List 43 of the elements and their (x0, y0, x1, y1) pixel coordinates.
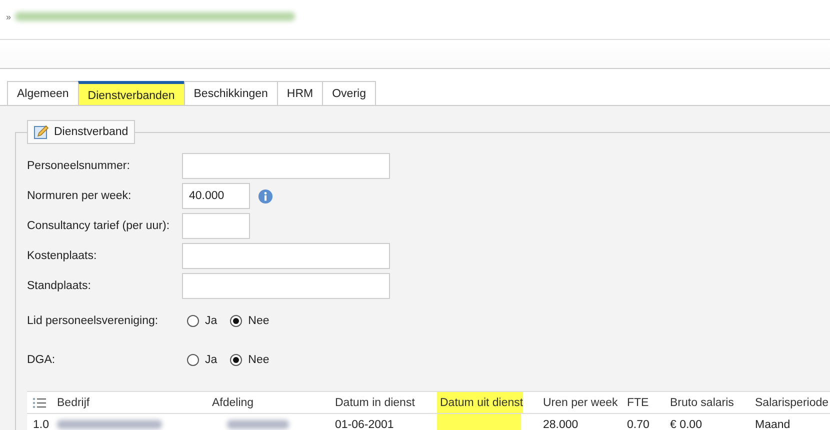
radio-label: Nee (248, 314, 270, 326)
field-label: Lid personeelsvereniging: (27, 314, 160, 326)
column-header: Datum in dienst (334, 396, 416, 410)
info-icon[interactable] (258, 188, 273, 204)
field-label: Normuren per week: (27, 190, 132, 202)
radio-label: Nee (248, 354, 270, 366)
radio-label: Ja (205, 354, 218, 366)
column-header: Afdeling (211, 396, 255, 410)
radio-button[interactable] (187, 354, 199, 366)
field-label: DGA: (27, 354, 56, 366)
field-label: Consultancy tarief (per uur): (27, 220, 171, 232)
column-header: Salarisperiode (754, 396, 830, 410)
tab[interactable]: Dienstverbanden (78, 81, 185, 105)
input-field[interactable] (182, 243, 390, 269)
tab[interactable]: Algemeen (7, 81, 79, 105)
tab[interactable]: Overig (322, 81, 376, 105)
field-label: Standplaats: (27, 280, 92, 292)
table-cell-text: € 0.00 (669, 418, 703, 430)
input-field[interactable] (182, 213, 250, 239)
numbered-list-icon (33, 396, 46, 408)
legend-label: Dienstverband (54, 126, 128, 138)
input-field[interactable] (182, 273, 390, 299)
highlighted-column-header: Datum uit dienst (437, 392, 524, 413)
table-cell-text: 28.000 (542, 418, 580, 430)
table-cell-text: 0.70 (626, 418, 650, 430)
field-label: Kostenplaats: (27, 250, 98, 262)
breadcrumb-separator: » (6, 12, 12, 22)
table-cell-text: 01-06-2001 (334, 418, 395, 430)
radio-button[interactable] (187, 314, 199, 326)
column-header: Bedrijf (56, 396, 91, 410)
column-header: FTE (626, 396, 650, 410)
edit-icon (33, 124, 49, 140)
column-header: Bruto salaris (669, 396, 735, 410)
radio-button[interactable] (230, 354, 242, 366)
redacted-text (227, 420, 289, 429)
input-field[interactable]: 40.000 (182, 183, 250, 209)
column-header: Uren per week (542, 396, 619, 410)
radio-button[interactable] (230, 314, 242, 326)
row-number: 1.0 (32, 418, 50, 430)
table-cell-text: Maand (754, 418, 792, 430)
radio-label: Ja (205, 314, 218, 326)
input-field[interactable] (182, 153, 390, 179)
field-label: Personeelsnummer: (27, 160, 131, 172)
